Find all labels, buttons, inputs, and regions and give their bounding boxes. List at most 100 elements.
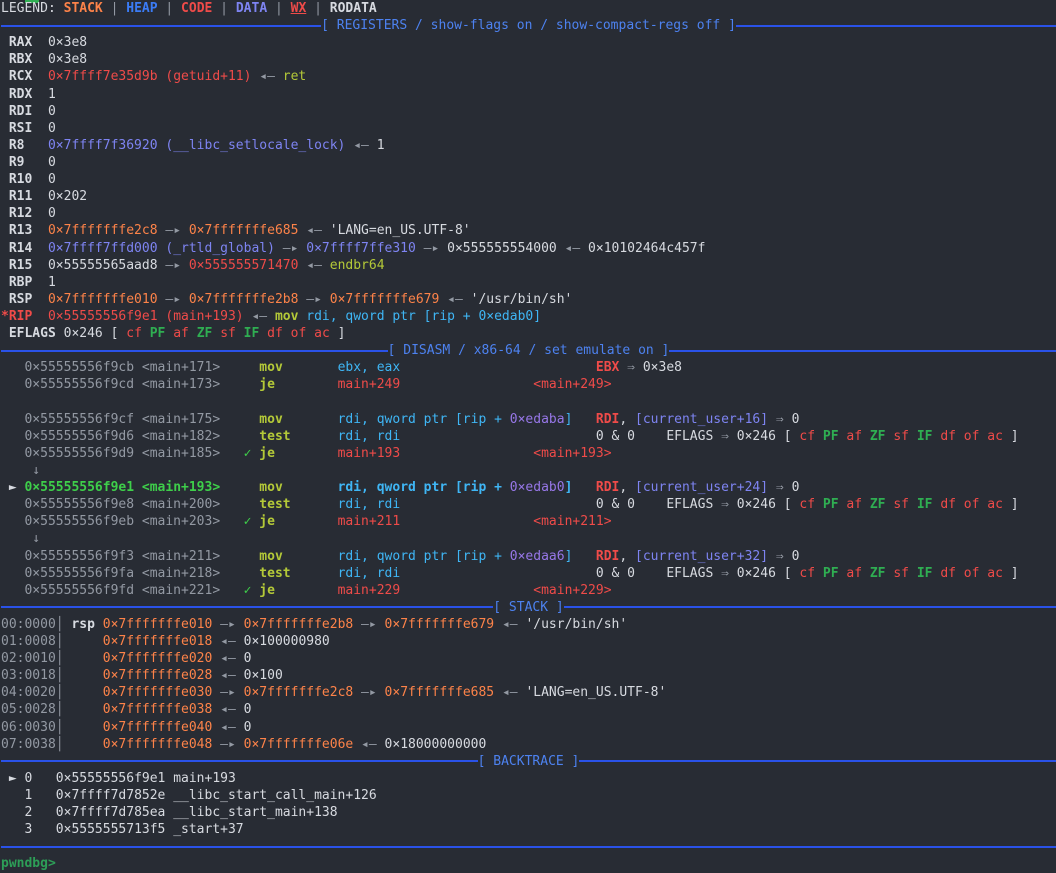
opcode: test: [259, 566, 290, 581]
muted-text: │: [56, 617, 72, 632]
text: 1: [48, 275, 56, 290]
text: ]: [1003, 497, 1019, 512]
muted-text: ⇒: [713, 497, 736, 512]
stack-address: 0×7fffffffe020: [103, 651, 213, 666]
disasm-header: [ DISASM / x86-64 / set emulate on ]: [1, 342, 1056, 359]
operands: rdi, qword ptr [rip +: [338, 412, 510, 427]
muted-text: ⇒: [768, 549, 791, 564]
stack-address: 0×7fffffffe679: [385, 617, 495, 632]
muted-text: │: [56, 720, 103, 735]
text: 0×18000000000: [385, 737, 487, 752]
frame-number: 0: [24, 771, 55, 786]
code-text: cf: [799, 497, 822, 512]
register-name: RCX: [1, 69, 48, 84]
register-name: RAX: [1, 35, 48, 50]
opcode: mov: [259, 360, 282, 375]
jump-taken-arrow-icon: ↓: [1, 531, 40, 546]
muted-text: ◂—: [212, 702, 243, 717]
stack-offset: 06:0030: [1, 720, 56, 735]
code-text: of: [291, 326, 314, 341]
muted-text: |: [212, 1, 235, 16]
text: [220, 377, 259, 392]
text: [400, 583, 533, 598]
register-name: RDI: [1, 104, 48, 119]
stack-address: 0×7fffffffe2b8: [189, 292, 299, 307]
divider-line: [1, 350, 388, 352]
flag-set: ZF: [870, 429, 893, 444]
branch-taken-check-icon: ✓: [244, 583, 260, 598]
legend-wx: WX: [291, 1, 307, 16]
register-name: RSI: [1, 121, 48, 136]
section-title: [ DISASM / x86-64 / set emulate on ]: [388, 342, 670, 359]
muted-text: 0×55555556f9cb <main+171>: [1, 360, 220, 375]
text: [95, 617, 103, 632]
data-address: [current_user+24]: [635, 480, 768, 495]
text: [275, 446, 338, 461]
register-row-rcx: RCX 0×7ffff7e35d9b (getuid+11) ◂— ret: [1, 68, 1056, 85]
stack-row-0: 00:0000│ rsp 0×7fffffffe010 —▸ 0×7ffffff…: [1, 616, 1056, 633]
code-text: af: [846, 429, 869, 444]
text: [635, 566, 666, 581]
muted-text: ⇒: [713, 566, 736, 581]
stack-address: 0×7fffffffe028: [103, 668, 213, 683]
muted-text: 0×55555556f9fa <main+218>: [1, 566, 220, 581]
muted-text: ◂—: [244, 309, 275, 324]
text: [275, 514, 338, 529]
jump-arrow-row: ↓: [1, 530, 1056, 547]
text: [220, 446, 243, 461]
data-address: 0×7ffff7ffd000 (_rtld_global): [48, 241, 275, 256]
stack-address: 0×7fffffffe030: [103, 685, 213, 700]
data-address: [current_user+16]: [635, 412, 768, 427]
code-text: 0×555555571470: [189, 258, 299, 273]
text: 0×7ffff7d7852e __libc_start_call_main+12…: [56, 788, 377, 803]
text: [220, 360, 259, 375]
code-text: <main+211>: [533, 514, 611, 529]
gdb-prompt[interactable]: pwndbg>: [1, 855, 1056, 872]
code-text: sf: [893, 566, 916, 581]
text: 'LANG=en_US.UTF-8': [525, 685, 666, 700]
hex-literal: 0×edab0: [510, 480, 565, 495]
text: EFLAGS: [666, 429, 713, 444]
stack-header: [ STACK ]: [1, 599, 1056, 616]
text: 0×246 [: [737, 566, 800, 581]
text: 0 & 0: [596, 497, 635, 512]
flag-set: IF: [917, 566, 940, 581]
muted-text: 0×55555556f9eb <main+203>: [1, 514, 220, 529]
stack-address: 0×7fffffffe06e: [244, 737, 354, 752]
stack-address: 0×7fffffffe018: [103, 634, 213, 649]
text: 0×5555555713f5 _start+37: [56, 822, 244, 837]
text: [220, 429, 259, 444]
stack-offset: 07:0038: [1, 737, 56, 752]
written-register: EBX: [596, 360, 619, 375]
disasm-blank-row: [1, 394, 1056, 411]
muted-text: │: [56, 651, 103, 666]
text: ]: [1003, 566, 1019, 581]
text: 0 & 0: [596, 566, 635, 581]
stack-row-6: 06:0030│ 0×7fffffffe040 ◂— 0: [1, 719, 1056, 736]
current-frame-marker-icon: ►: [1, 771, 24, 786]
register-name-changed: *RIP: [1, 309, 48, 324]
register-row-eflags: EFLAGS 0×246 [ cf PF af ZF sf IF df of a…: [1, 325, 1056, 342]
muted-text: ◂—: [494, 685, 525, 700]
operands: rdi, qword ptr [rip +: [338, 480, 510, 495]
stack-address: 0×7fffffffe2c8: [48, 223, 158, 238]
muted-text: —▸: [158, 223, 189, 238]
muted-text: ⇒: [768, 412, 791, 427]
stack-offset: 00:0000: [1, 617, 56, 632]
text: LEGEND:: [1, 1, 64, 16]
stack-row-2: 02:0010│ 0×7fffffffe020 ◂— 0: [1, 650, 1056, 667]
code-text: <main+249>: [533, 377, 611, 392]
pwndbg-terminal: LEGEND: STACK | HEAP | CODE | DATA | WX …: [0, 0, 1056, 873]
muted-text: —▸: [353, 685, 384, 700]
text: 0×246 [: [64, 326, 127, 341]
flag-set: ZF: [197, 326, 220, 341]
muted-text: │: [56, 737, 103, 752]
opcode: test: [259, 497, 290, 512]
operands: rdi, qword ptr [rip +: [338, 549, 510, 564]
text: ]: [330, 326, 346, 341]
text: [220, 549, 259, 564]
code-text: main+229: [338, 583, 401, 598]
bottom-divider: [1, 838, 1056, 855]
disasm-row-main-171: 0×55555556f9cb <main+171> mov ebx, eax E…: [1, 359, 1056, 376]
muted-text: ◂—: [251, 69, 282, 84]
